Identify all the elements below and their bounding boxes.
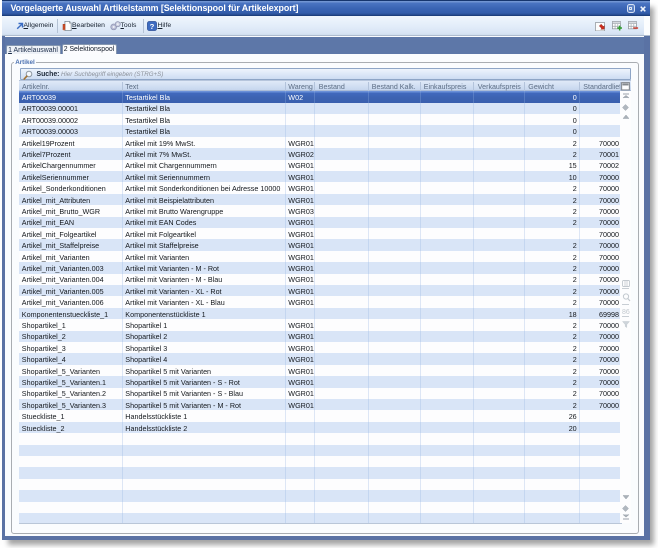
svg-text:86: 86	[622, 309, 630, 315]
svg-text:?: ?	[150, 21, 155, 30]
